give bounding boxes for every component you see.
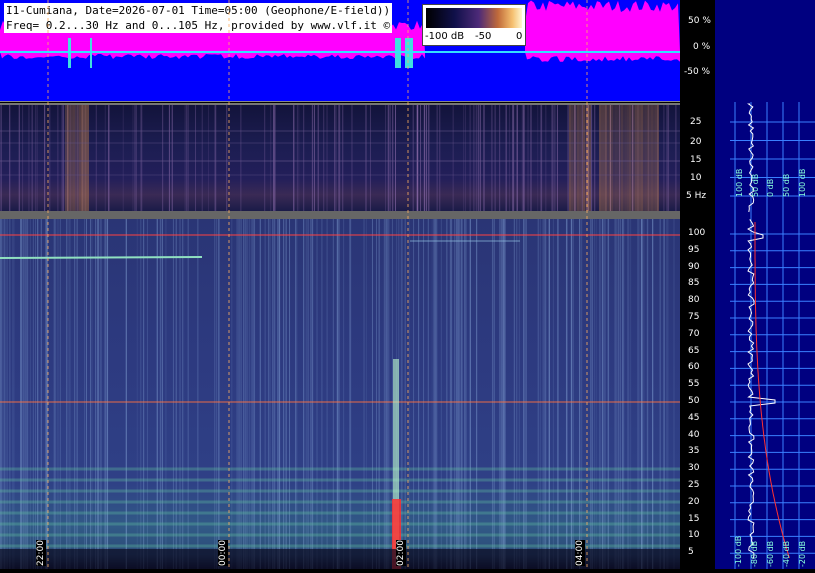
tone-line [0, 256, 203, 259]
panel-separator [0, 211, 680, 219]
spectrogram-low-band [0, 103, 680, 211]
station-header: I1-Cumiana, Date=2026-07-01 Time=05:00 (… [4, 3, 393, 33]
axis-tick-label: 15 [690, 155, 702, 165]
axis-tick-label: 55 [688, 379, 700, 390]
spectrum-tick-label: -80 dB [750, 540, 759, 567]
spectrum-tick-label: 100 dB [798, 168, 807, 197]
axis-tick-label: 50 [688, 396, 700, 406]
axis-tick-label: 20 [688, 496, 700, 507]
colorbar-legend: -100 dB -50 0 [422, 4, 526, 46]
spectrum-tick-label: -40 dB [782, 540, 791, 567]
axis-tick-label: 95 [688, 244, 700, 255]
axis-tick-label: 50 % [688, 16, 711, 26]
spectrogram-high-features [0, 219, 680, 569]
spectrum-tick-label: 50 dB [782, 173, 791, 197]
axis-tick-label: 0 % [693, 42, 711, 52]
time-label: 00:00 [218, 540, 228, 566]
spectrogram-high-band [0, 219, 680, 569]
low-band-axis: 25 20 15 10 5 Hz [680, 103, 715, 211]
spectrum-tick-label: 0 dB [766, 178, 775, 197]
axis-tick-label: 30 [688, 463, 700, 474]
axis-tick-label: 40 [688, 429, 700, 440]
axis-tick-label: -50 % [684, 67, 711, 77]
axis-tick-label: 80 [688, 295, 700, 306]
axis-tick-label: 10 [690, 173, 702, 183]
spectrum-tick-label: 50 dB [751, 173, 760, 197]
spectrum-tick-label: -60 dB [766, 540, 775, 567]
axis-tick-label: 15 [688, 513, 700, 524]
colorbar-gradient [426, 8, 522, 28]
time-label: 22:00 [36, 540, 46, 566]
spectrum-tick-label: -20 dB [798, 540, 807, 567]
axis-tick-label: 85 [688, 278, 700, 289]
axis-tick-label: 5 [688, 547, 694, 558]
axis-tick-label: 90 [688, 261, 700, 272]
axis-tick-label: 75 [688, 312, 700, 322]
axis-tick-label: 65 [688, 345, 700, 356]
spectrum-plot [730, 102, 815, 569]
spectrum-tick-label: 100 dB [735, 168, 744, 197]
axis-tick-label: 35 [688, 446, 700, 457]
axis-tick-label: 45 [688, 412, 700, 423]
axis-tick-label: 60 [688, 362, 700, 373]
header-line-1: I1-Cumiana, Date=2026-07-01 Time=05:00 (… [6, 4, 391, 17]
axis-tick-label: 100 [688, 228, 706, 238]
time-label: 04:00 [575, 540, 585, 566]
spectrum-strip: 100 dB 50 dB 0 dB 50 dB 100 dB -100 dB -… [715, 0, 815, 569]
colorbar-label: 0 [516, 31, 523, 42]
axis-tick-label: 10 [688, 530, 700, 541]
colorbar-label: -100 dB [425, 31, 465, 42]
axis-tick-label: 70 [688, 328, 700, 339]
spectrum-tick-label: -100 dB [734, 535, 743, 567]
vlf-monitor: 50 % 0 % -50 % 25 20 15 10 5 Hz 100 95 90 8… [0, 0, 815, 569]
axis-tick-label: 25 [688, 480, 700, 490]
axis-tick-label: 20 [690, 137, 702, 147]
time-label: 02:00 [396, 540, 406, 566]
axis-tick-label: 5 Hz [686, 191, 707, 201]
colorbar-label: -50 [475, 31, 492, 42]
header-line-2: Freq= 0.2...30 Hz and 0...105 Hz, provid… [6, 19, 391, 32]
spectrogram-low-features [0, 103, 680, 211]
axis-tick-label: 25 [690, 117, 702, 127]
waveform-axis: 50 % 0 % -50 % [680, 0, 715, 102]
high-band-axis: 100 95 90 85 80 75 70 65 60 55 50 45 40 35 30 25 20 15 10 5 [680, 219, 715, 569]
